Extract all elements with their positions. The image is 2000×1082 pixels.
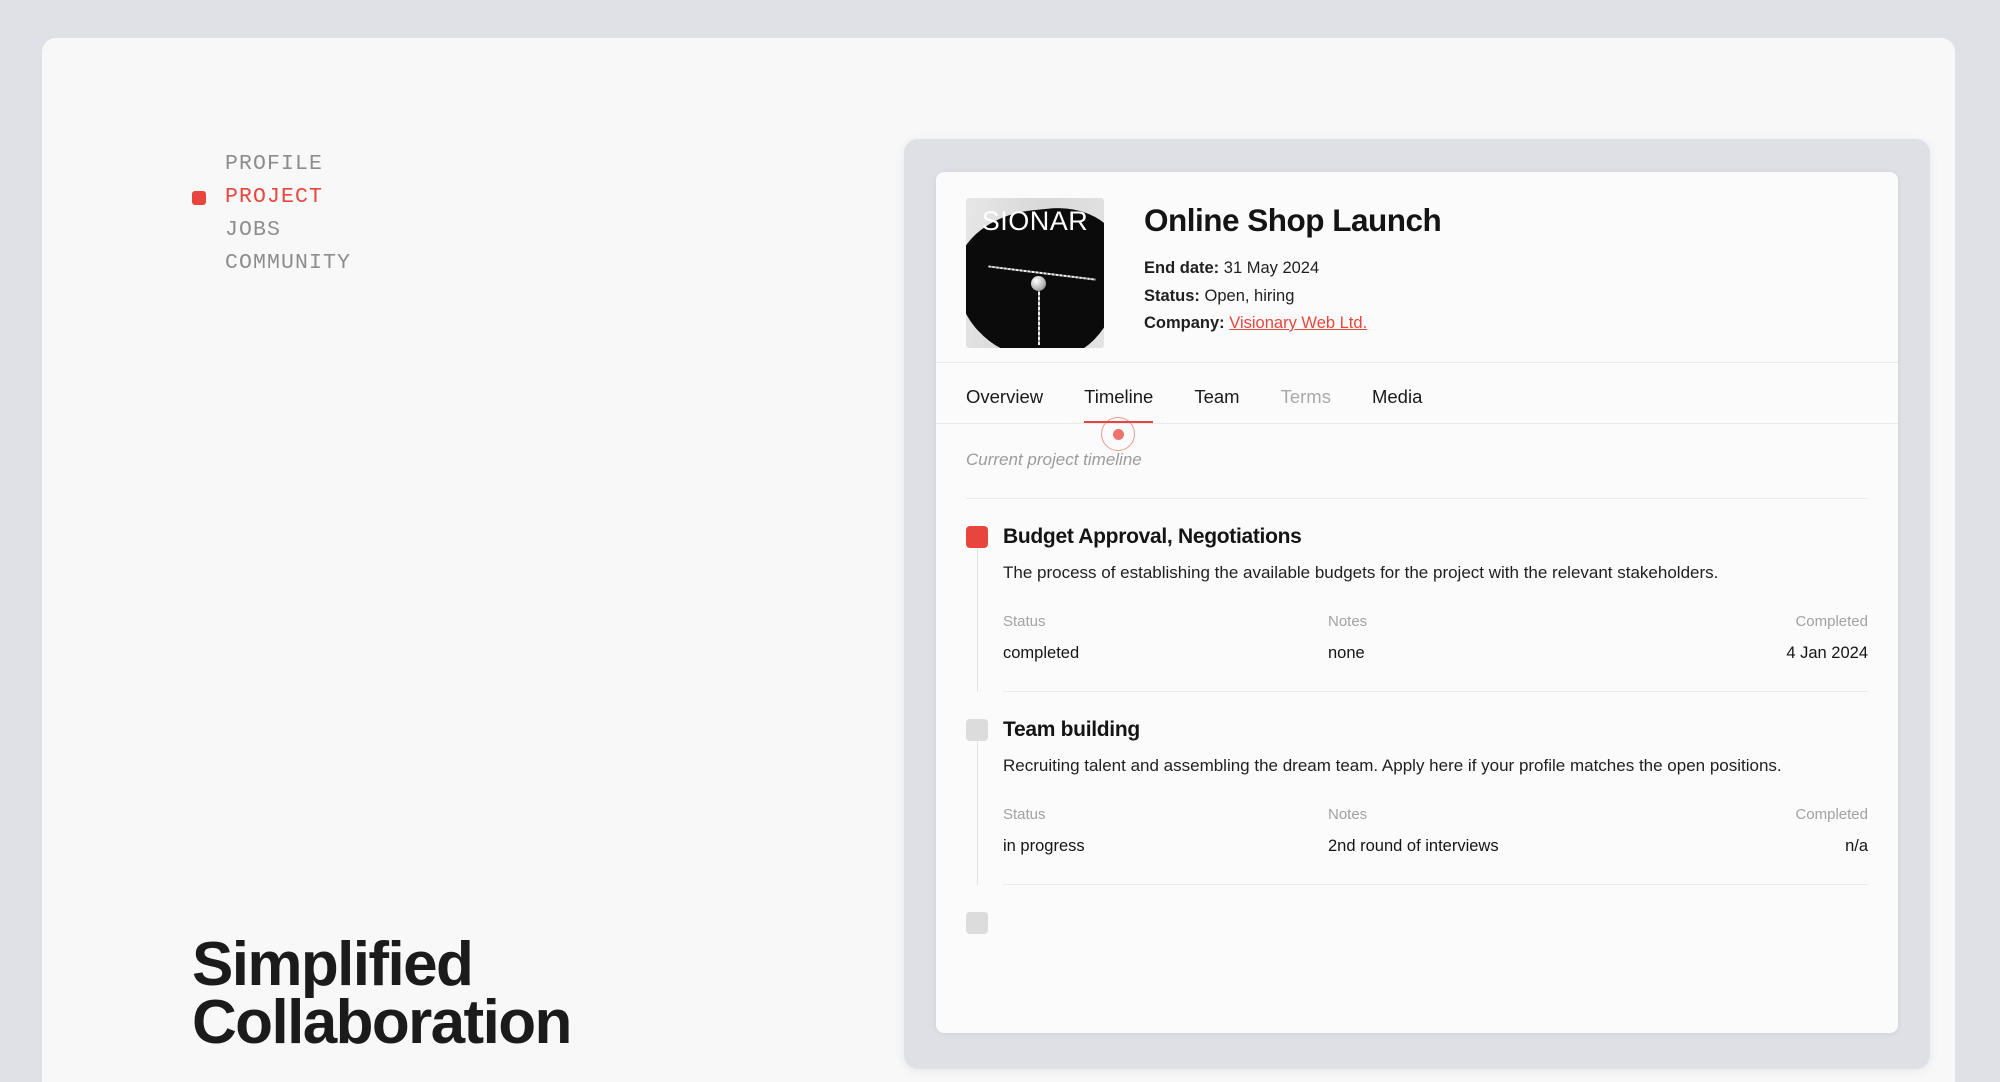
milestone-completed-field: Completed 4 Jan 2024 <box>1683 613 1868 663</box>
milestone-description: The process of establishing the availabl… <box>1003 563 1719 582</box>
milestone-completed-field: Completed n/a <box>1683 806 1868 856</box>
field-value-completed: n/a <box>1845 837 1868 855</box>
field-value-status: in progress <box>1003 837 1085 855</box>
company-link[interactable]: Visionary Web Ltd. <box>1229 314 1367 332</box>
field-value-completed: 4 Jan 2024 <box>1786 644 1868 662</box>
milestone-fields: Status in progress Notes 2nd round of in… <box>1003 780 1868 885</box>
end-date-value: 31 May 2024 <box>1223 259 1320 277</box>
milestone-status-marker-completed-icon <box>966 526 988 548</box>
project-status-row: Status: Open, hiring <box>1144 283 1441 311</box>
project-card: SIONAR Online Shop Launch End date: 31 M… <box>936 172 1898 1033</box>
milestone-title: Budget Approval, Negotiations <box>1003 525 1302 548</box>
active-marker-icon <box>192 191 206 205</box>
field-label-status: Status <box>1003 806 1046 823</box>
sidebar-item-label: JOBS <box>225 218 282 242</box>
timeline-item-next-partial <box>966 885 1868 934</box>
project-end-date-row: End date: 31 May 2024 <box>1144 255 1441 283</box>
milestone-status-marker-pending-icon <box>966 912 988 934</box>
page-title: Simplified Collaboration <box>192 929 572 1057</box>
milestone-status-field: Status in progress <box>1003 806 1328 856</box>
field-label-status: Status <box>1003 613 1046 630</box>
sidebar-item-label: COMMUNITY <box>225 251 352 275</box>
sidebar-item-profile[interactable]: PROFILE <box>192 148 351 181</box>
tab-timeline[interactable]: Timeline <box>1084 386 1154 423</box>
field-label-notes: Notes <box>1328 806 1368 823</box>
milestone-title: Team building <box>1003 718 1140 741</box>
project-thumbnail: SIONAR <box>966 198 1104 348</box>
project-tabs: Overview Timeline Team Terms Media <box>936 363 1898 424</box>
sidebar-item-jobs[interactable]: JOBS <box>192 214 351 247</box>
tab-media[interactable]: Media <box>1372 386 1422 423</box>
timeline-connector-line <box>976 741 978 885</box>
field-value-status: completed <box>1003 644 1080 662</box>
sidebar-item-label: PROFILE <box>225 152 324 176</box>
sidebar-item-community[interactable]: COMMUNITY <box>192 247 351 280</box>
tab-team[interactable]: Team <box>1194 386 1239 423</box>
milestone-fields: Status completed Notes none Completed 4 … <box>1003 587 1868 692</box>
milestone-status-marker-pending-icon <box>966 719 988 741</box>
thumbnail-overlay-text: SIONAR <box>981 206 1089 236</box>
project-header: SIONAR Online Shop Launch End date: 31 M… <box>936 172 1898 363</box>
headline-line-2: Collaboration <box>192 987 572 1057</box>
field-label-notes: Notes <box>1328 613 1368 630</box>
sidebar-item-label: PROJECT <box>225 185 324 209</box>
timeline-item: Budget Approval, Negotiations The proces… <box>966 499 1868 692</box>
field-value-notes: 2nd round of interviews <box>1328 837 1499 855</box>
timeline-panel: Current project timeline Budget Approval… <box>936 424 1898 934</box>
headline-line-1: Simplified <box>192 929 474 999</box>
end-date-label: End date: <box>1144 259 1220 277</box>
tab-overview[interactable]: Overview <box>966 386 1043 423</box>
project-header-text: Online Shop Launch End date: 31 May 2024… <box>1104 198 1442 338</box>
milestone-notes-field: Notes 2nd round of interviews <box>1328 806 1683 856</box>
thumbnail-chain-drop-icon <box>1037 282 1040 345</box>
project-company-row: Company: Visionary Web Ltd. <box>1144 310 1441 338</box>
field-label-completed: Completed <box>1795 613 1868 630</box>
timeline-connector-line <box>976 548 978 692</box>
left-column: PROFILE PROJECT JOBS COMMUNITY Simplifie… <box>42 38 862 1082</box>
tab-terms: Terms <box>1280 386 1331 407</box>
timeline-item: Team building Recruiting talent and asse… <box>966 692 1868 885</box>
status-label: Status: <box>1144 286 1200 305</box>
milestone-status-field: Status completed <box>1003 613 1328 663</box>
sidebar-item-project[interactable]: PROJECT <box>192 181 351 214</box>
field-value-notes: none <box>1328 644 1365 662</box>
milestone-notes-field: Notes none <box>1328 613 1683 663</box>
app-panel: PROFILE PROJECT JOBS COMMUNITY Simplifie… <box>42 38 1955 1082</box>
field-label-completed: Completed <box>1795 806 1868 823</box>
company-label: Company: <box>1144 314 1225 332</box>
project-title: Online Shop Launch <box>1144 202 1442 238</box>
status-value: Open, hiring <box>1204 286 1295 305</box>
main-navigation: PROFILE PROJECT JOBS COMMUNITY <box>192 148 351 280</box>
thumbnail-pendant-icon <box>1030 276 1046 291</box>
timeline-caption: Current project timeline <box>966 424 1868 499</box>
milestone-description: Recruiting talent and assembling the dre… <box>1003 756 1782 775</box>
